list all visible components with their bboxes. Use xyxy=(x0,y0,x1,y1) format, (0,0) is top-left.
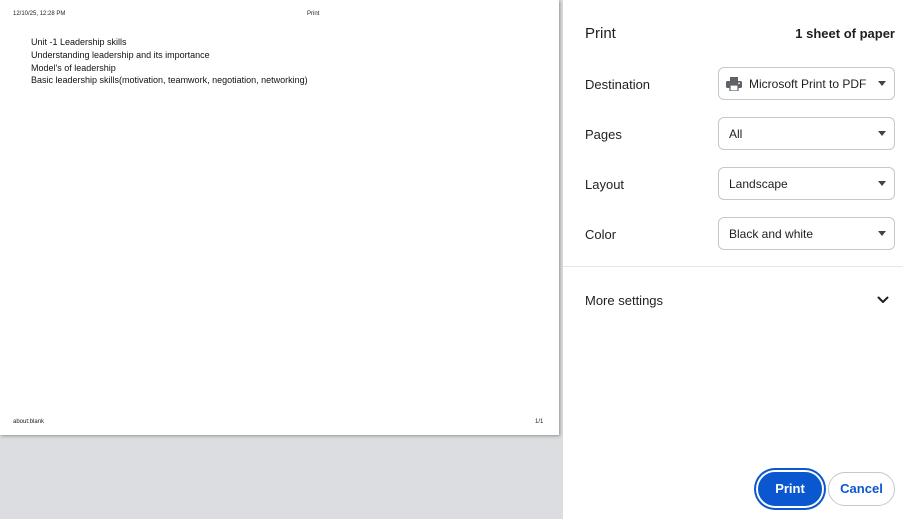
page-footer-url: about:blank xyxy=(13,419,45,425)
more-settings-toggle[interactable]: More settings xyxy=(563,284,903,316)
dropdown-caret-icon xyxy=(878,131,886,136)
chevron-down-icon xyxy=(877,296,889,303)
color-value: Black and white xyxy=(729,227,814,241)
preview-page: 12/10/25, 12:28 PM Print Unit -1 Leaders… xyxy=(0,0,559,435)
pages-value: All xyxy=(729,127,743,141)
page-text-line: Understanding leadership and its importa… xyxy=(31,50,210,60)
page-header-title: Print xyxy=(307,11,320,17)
print-preview-area: 12/10/25, 12:28 PM Print Unit -1 Leaders… xyxy=(0,0,563,519)
print-settings-panel: Print 1 sheet of paper Destination Micro… xyxy=(563,0,903,519)
layout-value: Landscape xyxy=(729,177,788,191)
pages-label: Pages xyxy=(585,127,622,142)
destination-select[interactable]: Microsoft Print to PDF xyxy=(718,67,895,100)
dropdown-caret-icon xyxy=(878,81,886,86)
destination-label: Destination xyxy=(585,77,651,92)
pages-select[interactable]: All xyxy=(718,117,895,150)
color-select[interactable]: Black and white xyxy=(718,217,895,250)
page-footer-page-number: 1/1 xyxy=(535,419,544,425)
cancel-button[interactable]: Cancel xyxy=(828,472,895,506)
dropdown-caret-icon xyxy=(878,181,886,186)
dropdown-caret-icon xyxy=(878,231,886,236)
more-settings-label: More settings xyxy=(585,293,664,308)
page-header-date: 12/10/25, 12:28 PM xyxy=(13,11,66,17)
section-divider xyxy=(563,266,903,267)
sheet-count: 1 sheet of paper xyxy=(795,26,895,41)
destination-value: Microsoft Print to PDF xyxy=(749,77,867,91)
color-label: Color xyxy=(585,227,617,242)
page-text-line: Basic leadership skills(motivation, team… xyxy=(31,75,308,85)
print-button[interactable]: Print xyxy=(758,472,822,506)
layout-select[interactable]: Landscape xyxy=(718,167,895,200)
page-text-line: Unit -1 Leadership skills xyxy=(31,37,127,47)
panel-title: Print xyxy=(585,25,616,42)
printer-icon xyxy=(726,77,742,91)
page-text-line: Model's of leadership xyxy=(31,63,116,73)
layout-label: Layout xyxy=(585,177,625,192)
